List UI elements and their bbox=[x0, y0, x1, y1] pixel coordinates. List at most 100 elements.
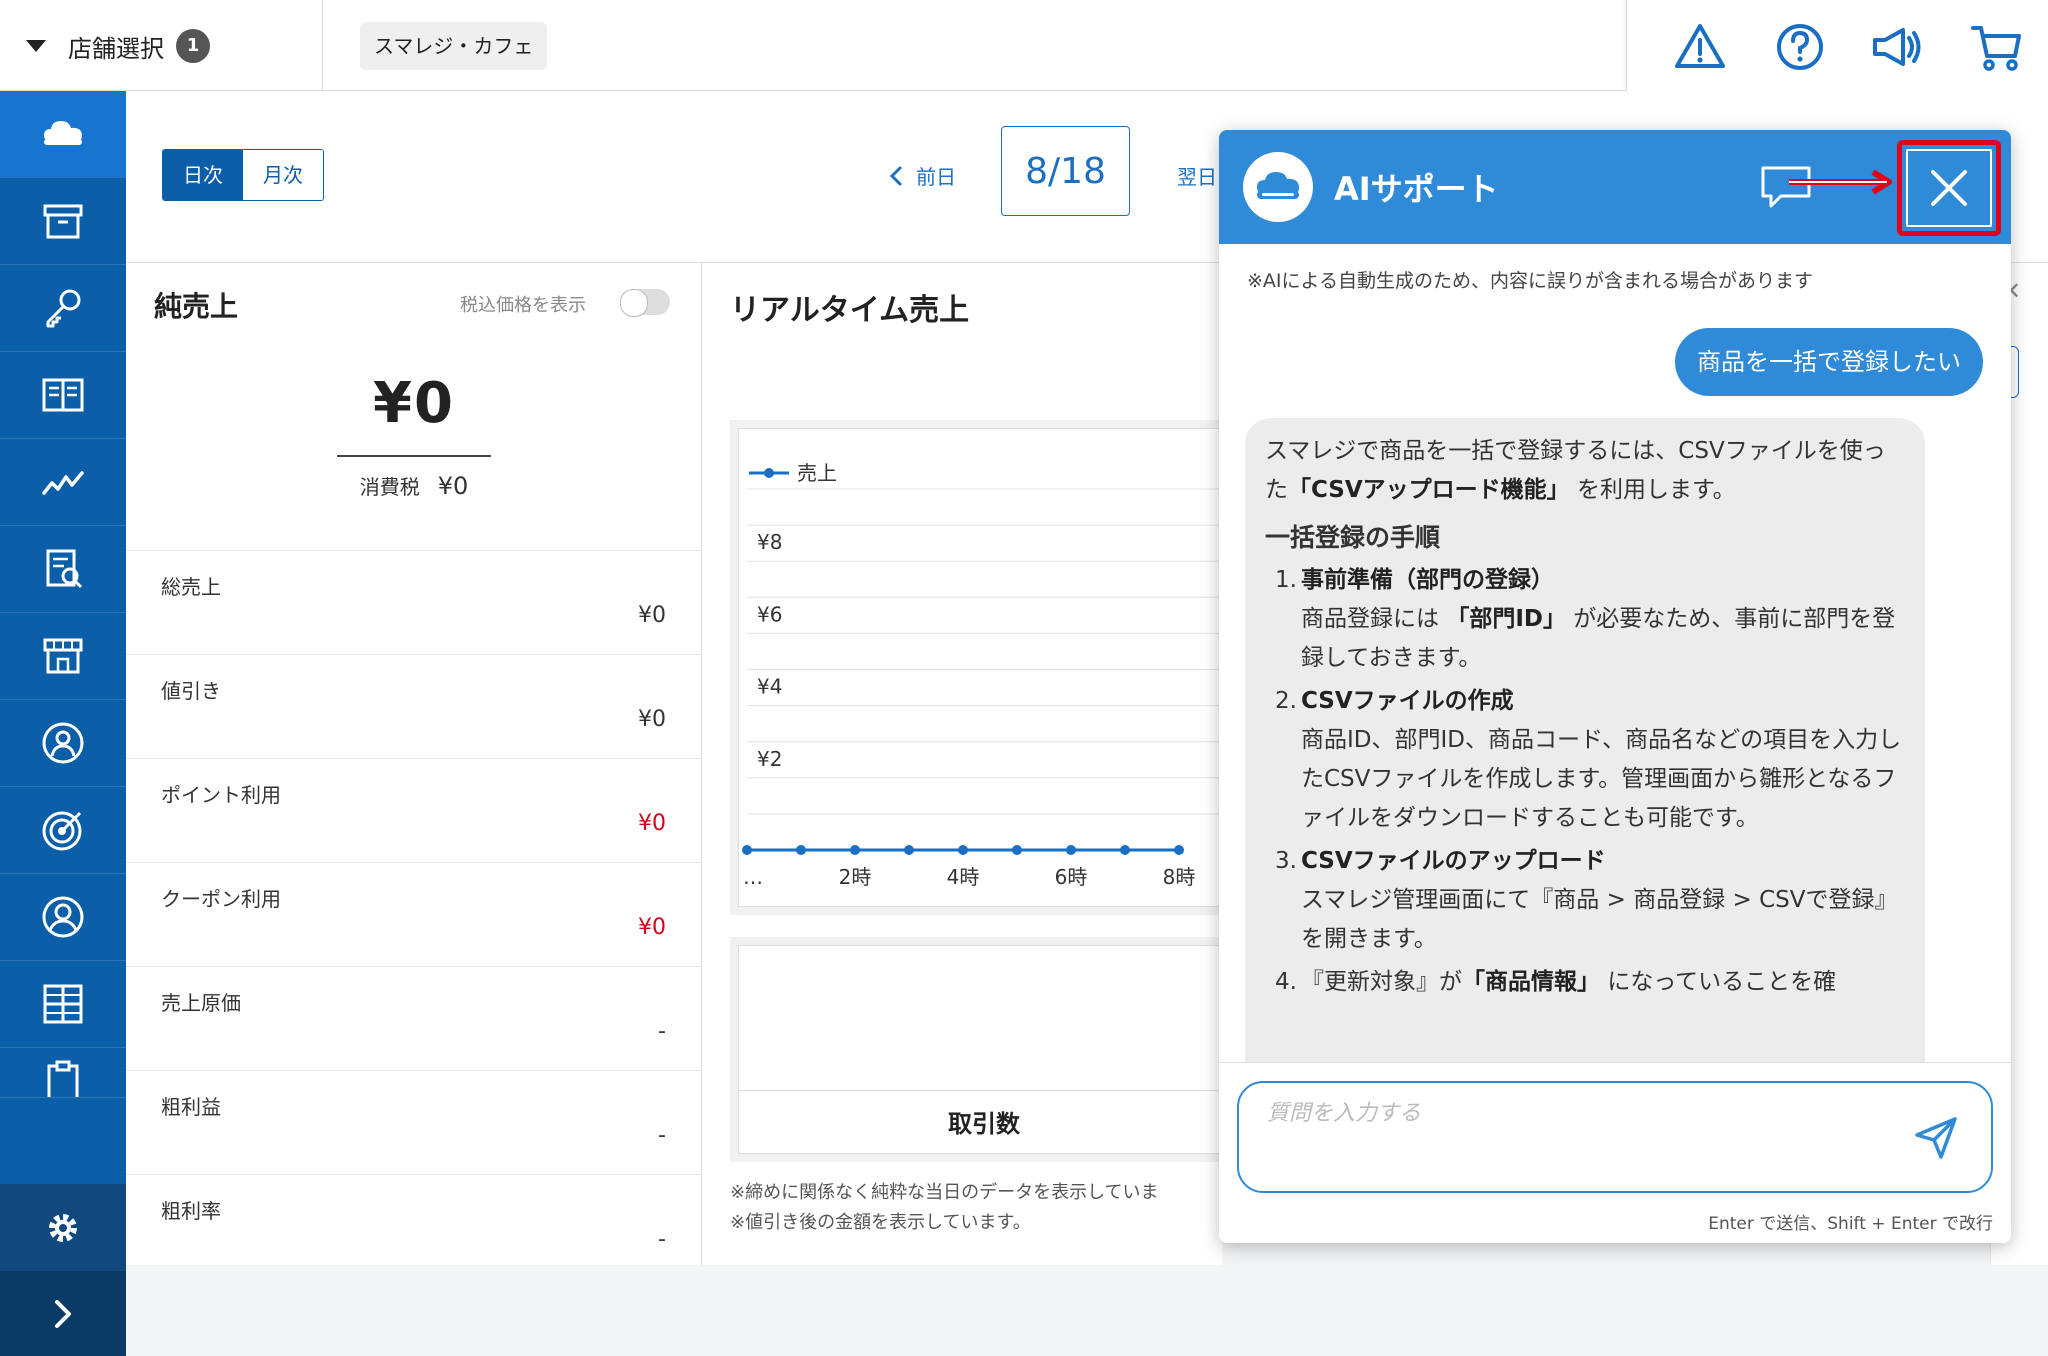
sidebar-item-customers[interactable] bbox=[0, 874, 126, 961]
sidebar-item-stores[interactable] bbox=[0, 613, 126, 700]
tab-daily[interactable]: 日次 bbox=[163, 150, 243, 200]
trend-icon bbox=[42, 471, 84, 495]
metric-label: 粗利率 bbox=[161, 1199, 221, 1223]
metric-label: 粗利益 bbox=[161, 1095, 221, 1119]
list-item: 1. 事前準備（部門の登録） 商品登録には 「部門ID」 が必要なため、事前に部門を… bbox=[1265, 561, 1905, 678]
x-tick-label: 6時 bbox=[1055, 865, 1088, 889]
metric-row: 値引き ¥0 bbox=[126, 654, 702, 758]
x-tick-label: … bbox=[743, 865, 763, 889]
ai-heading: 一括登録の手順 bbox=[1265, 523, 1441, 552]
close-button[interactable] bbox=[1897, 140, 2001, 236]
sidebar-settings[interactable] bbox=[0, 1184, 126, 1271]
tax-row: 消費税 ¥0 bbox=[126, 471, 702, 500]
data-point bbox=[742, 845, 752, 855]
divider bbox=[337, 455, 491, 457]
step-text: 商品ID、部門ID、商品コード、商品名などの項目を入力したCSVファイルを作成し… bbox=[1301, 727, 1902, 831]
close-icon bbox=[1931, 170, 1967, 206]
megaphone-icon[interactable] bbox=[1869, 20, 1923, 74]
transactions-card-inner: 取引数 bbox=[738, 945, 1230, 1154]
user-message-bubble: 商品を一括で登録したい bbox=[1675, 328, 1983, 396]
sidebar-item-tasks[interactable] bbox=[0, 1048, 126, 1098]
ai-panel-title: AIサポート bbox=[1334, 170, 1499, 208]
transactions-label: 取引数 bbox=[948, 1110, 1020, 1138]
y-tick-label: ¥2 bbox=[757, 747, 782, 771]
question-input[interactable] bbox=[1267, 1101, 1867, 1126]
ai-intro: スマレジで商品を一括で登録するには、CSVファイルを使った「CSVアップロード機… bbox=[1265, 432, 1905, 510]
sidebar-item-targets[interactable] bbox=[0, 787, 126, 874]
transactions-card: 取引数 bbox=[730, 937, 1230, 1162]
tab-monthly[interactable]: 月次 bbox=[243, 150, 323, 200]
prev-day-button[interactable]: 前日 bbox=[886, 161, 956, 190]
list-item: 3. CSVファイルのアップロード スマレジ管理画面にて『商品 > 商品登録 > C… bbox=[1265, 842, 1905, 959]
next-day-button[interactable]: 翌日 bbox=[1177, 161, 1217, 190]
input-hint: Enter で送信、Shift + Enter で改行 bbox=[1708, 1214, 1993, 1234]
sidebar bbox=[0, 91, 126, 1356]
sidebar-item-reports[interactable] bbox=[0, 526, 126, 613]
legend-marker bbox=[764, 468, 774, 478]
book-icon bbox=[42, 378, 84, 412]
user-icon bbox=[42, 896, 84, 938]
cloud-icon bbox=[1257, 172, 1299, 199]
ai-support-panel: AIサポート ※AIによる自動生成のため、内容に誤りが含まれる場合があります 商… bbox=[1219, 130, 2011, 1243]
note-line: ※値引き後の金額を表示しています。 bbox=[730, 1212, 1031, 1233]
store-select[interactable]: 店舗選択 1 bbox=[26, 24, 210, 68]
sidebar-item-analytics[interactable] bbox=[0, 439, 126, 526]
ai-text: を利用します。 bbox=[1576, 477, 1736, 503]
metric-row: 粗利率 - bbox=[126, 1174, 702, 1278]
data-point bbox=[796, 845, 806, 855]
metric-value: - bbox=[658, 1019, 666, 1044]
sidebar-item-inventory[interactable] bbox=[0, 178, 126, 265]
data-point bbox=[1174, 845, 1184, 855]
metric-label: 売上原価 bbox=[161, 991, 241, 1015]
sidebar-item-keys[interactable] bbox=[0, 265, 126, 352]
legend-label: 売上 bbox=[797, 461, 837, 485]
note-line: ※締めに関係なく純粋な当日のデータを表示していま bbox=[730, 1182, 1159, 1203]
metric-row: クーポン利用 ¥0 bbox=[126, 862, 702, 966]
metric-label: クーポン利用 bbox=[161, 887, 281, 911]
sidebar-item-apps[interactable] bbox=[0, 961, 126, 1048]
sidebar-item-home[interactable] bbox=[0, 91, 126, 178]
grid-icon bbox=[43, 984, 83, 1024]
shop-chip[interactable]: スマレジ・カフェ bbox=[360, 22, 548, 70]
close-button-inner bbox=[1906, 149, 1992, 227]
help-icon[interactable] bbox=[1773, 20, 1827, 74]
x-tick-label: 8時 bbox=[1163, 865, 1196, 889]
metric-row: 粗利益 - bbox=[126, 1070, 702, 1174]
report-icon bbox=[46, 549, 83, 589]
sidebar-item-staff[interactable] bbox=[0, 700, 126, 787]
archive-icon bbox=[43, 204, 83, 239]
y-tick-label: ¥8 bbox=[757, 530, 782, 554]
step-number: 1. bbox=[1275, 567, 1297, 593]
cart-icon[interactable] bbox=[1969, 20, 2023, 74]
ai-panel-header: AIサポート bbox=[1219, 130, 2011, 244]
ai-steps-list: 1. 事前準備（部門の登録） 商品登録には 「部門ID」 が必要なため、事前に部門を… bbox=[1265, 561, 1905, 1002]
warning-icon[interactable] bbox=[1673, 20, 1727, 74]
store-count-badge: 1 bbox=[176, 29, 210, 63]
tax-toggle-label: 税込価格を表示 bbox=[460, 295, 586, 316]
expand-button[interactable] bbox=[1759, 160, 1899, 216]
divider bbox=[322, 0, 323, 90]
list-item: 2. CSVファイルの作成 商品ID、部門ID、商品コード、商品名などの項目を入力し… bbox=[1265, 682, 1905, 838]
x-tick-label: 4時 bbox=[947, 865, 980, 889]
send-icon[interactable] bbox=[1911, 1113, 1961, 1163]
x-tick-label: 2時 bbox=[839, 865, 872, 889]
date-display[interactable]: 8/18 bbox=[1001, 126, 1130, 216]
sidebar-item-catalog[interactable] bbox=[0, 352, 126, 439]
ai-bold-text: 「CSVアップロード機能」 bbox=[1288, 477, 1570, 503]
data-point bbox=[1066, 845, 1076, 855]
metric-row: 売上原価 - bbox=[126, 966, 702, 1070]
sidebar-expand[interactable] bbox=[0, 1271, 126, 1356]
gear-icon bbox=[49, 1213, 77, 1242]
target-icon bbox=[42, 811, 82, 851]
metric-value: ¥0 bbox=[638, 603, 666, 628]
step-bold: 「商品情報」 bbox=[1462, 969, 1600, 995]
realtime-panel: リアルタイム売上 ¥2 ¥4 ¥6 ¥8 売上 … 2時 4時 6時 8時 取引数 ※締めに関係な… bbox=[702, 263, 1231, 1265]
step-text: になっていることを確 bbox=[1607, 969, 1837, 995]
tax-toggle[interactable] bbox=[620, 289, 670, 317]
metric-row: ポイント利用 ¥0 bbox=[126, 758, 702, 862]
chat-input-box bbox=[1237, 1081, 1993, 1193]
prev-day-label: 前日 bbox=[916, 165, 956, 189]
top-bar: 店舗選択 1 スマレジ・カフェ bbox=[0, 0, 2048, 91]
metric-value: - bbox=[658, 1227, 666, 1252]
metric-value: ¥0 bbox=[638, 707, 666, 732]
